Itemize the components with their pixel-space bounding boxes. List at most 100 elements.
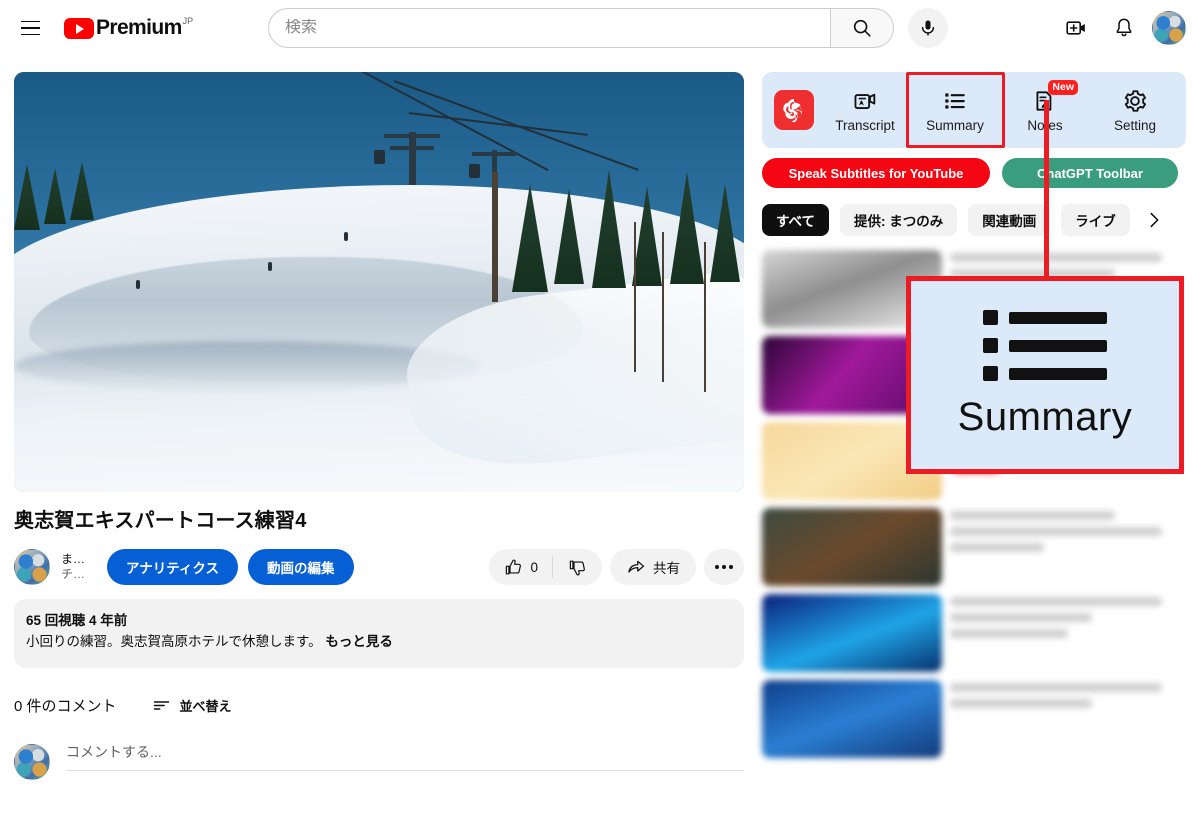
notifications-button[interactable]	[1104, 8, 1144, 48]
sort-label: 並べ替え	[179, 699, 232, 714]
video-actions: 0 共有	[489, 549, 744, 585]
skier	[136, 280, 140, 289]
search-input[interactable]	[285, 19, 830, 37]
sort-icon	[153, 701, 169, 710]
thumbs-up-icon	[506, 559, 522, 574]
chip-all[interactable]: すべて	[762, 204, 830, 236]
chips-next-button[interactable]	[1143, 209, 1165, 231]
transcript-button[interactable]: Transcript	[820, 74, 910, 146]
description-body: 小回りの練習。奥志賀高原ホテルで休憩します。	[26, 634, 322, 649]
lift-arm	[472, 152, 516, 156]
video-player[interactable]	[14, 72, 744, 492]
youtube-watch-page: Premium JP 検索 奥志賀エキスパートコース練習4 ま… チ… アナリテ…	[0, 0, 1200, 817]
channel-name-line1: ま…	[61, 552, 86, 566]
avatar[interactable]	[1152, 11, 1186, 45]
chip-live[interactable]: ライブ	[1061, 204, 1130, 236]
list-summary-icon	[945, 92, 965, 109]
voice-search-button[interactable]	[908, 8, 948, 48]
gear-icon	[1124, 89, 1146, 112]
bare-tree	[634, 222, 636, 372]
transcript-label: Transcript	[835, 117, 895, 133]
thumbs-down-icon	[569, 560, 585, 575]
description-text: 小回りの練習。奥志賀高原ホテルで休憩します。 もっと見る	[26, 632, 732, 652]
annotation-zoom-callout: Summary	[906, 276, 1184, 474]
summary-label: Summary	[926, 117, 984, 133]
more-options-icon	[722, 565, 726, 569]
setting-button[interactable]: Setting	[1090, 74, 1180, 146]
chevron-right-icon	[1150, 212, 1159, 228]
summary-button[interactable]: Summary	[910, 74, 1000, 146]
utility-pole	[492, 172, 498, 302]
chip-from-channel[interactable]: 提供: まつのみ	[840, 204, 958, 236]
transcript-icon	[854, 93, 876, 109]
sort-comments-button[interactable]: 並べ替え	[151, 695, 232, 716]
logo-label: Premium	[96, 16, 182, 39]
like-count: 0	[530, 559, 538, 575]
skier	[344, 232, 348, 241]
show-more-link[interactable]: もっと見る	[325, 634, 393, 649]
channel-avatar[interactable]	[14, 549, 50, 585]
search-area	[268, 8, 948, 48]
setting-label: Setting	[1113, 117, 1157, 133]
more-options-icon	[715, 565, 719, 569]
primary-column: 奥志賀エキスパートコース練習4 ま… チ… アナリティクス 動画の編集 0 共有…	[14, 72, 744, 780]
channel-name-line2: チ…	[61, 567, 86, 581]
bare-tree	[662, 232, 664, 382]
list-item[interactable]	[762, 680, 1186, 758]
create-video-icon	[1066, 21, 1085, 35]
list-summary-icon	[983, 310, 1107, 381]
hamburger-icon[interactable]	[10, 8, 50, 48]
search-button[interactable]	[830, 8, 894, 48]
share-button[interactable]: 共有	[610, 549, 696, 585]
video-thumbnail	[762, 680, 942, 758]
comment-input[interactable]	[66, 744, 744, 760]
chairlift-chair	[374, 150, 385, 164]
new-badge: New	[1048, 80, 1078, 95]
annotation-zoom-label: Summary	[957, 395, 1133, 439]
dislike-button[interactable]	[553, 549, 602, 585]
video-meta	[950, 680, 1186, 758]
video-meta	[950, 594, 1186, 672]
comment-author-avatar	[14, 744, 50, 780]
channel-name[interactable]: ま… チ…	[61, 552, 91, 582]
video-description-box[interactable]: 65 回視聴 4 年前 小回りの練習。奥志賀高原ホテルで休憩します。 もっと見る	[14, 599, 744, 668]
list-item[interactable]	[762, 594, 1186, 672]
channel-action-row: ま… チ… アナリティクス 動画の編集 0 共有	[14, 547, 744, 587]
speak-subtitles-button[interactable]: Speak Subtitles for YouTube	[762, 158, 990, 188]
youtube-premium-logo[interactable]: Premium JP	[64, 15, 193, 41]
like-dislike-group: 0	[489, 549, 602, 585]
share-label: 共有	[653, 561, 680, 576]
view-count-and-date: 65 回視聴 4 年前	[26, 613, 128, 628]
create-button[interactable]	[1056, 8, 1096, 48]
chatgpt-extension-toolbar: Transcript Summary New Setting	[762, 72, 1186, 148]
lift-arm	[390, 146, 434, 150]
logo-country-sup: JP	[182, 16, 194, 26]
more-options-button[interactable]	[704, 549, 744, 585]
comment-input-wrapper[interactable]	[66, 744, 744, 771]
video-thumbnail	[762, 508, 942, 586]
page-title: 奥志賀エキスパートコース練習4	[14, 510, 307, 532]
video-meta	[950, 508, 1186, 586]
search-box[interactable]	[268, 8, 830, 48]
analytics-button[interactable]: アナリティクス	[107, 549, 239, 585]
like-button[interactable]: 0	[489, 549, 552, 585]
more-options-icon	[729, 565, 733, 569]
bare-tree	[704, 242, 706, 392]
comments-count: 0 件のコメント	[14, 698, 117, 715]
filter-chips: すべて 提供: まつのみ 関連動画 ライブ	[762, 204, 1186, 236]
video-thumbnail	[762, 594, 942, 672]
search-icon	[853, 19, 871, 37]
list-item[interactable]	[762, 508, 1186, 586]
chip-related[interactable]: 関連動画	[968, 204, 1051, 236]
extension-secondary-buttons: Speak Subtitles for YouTube ChatGPT Tool…	[762, 158, 1186, 188]
top-navigation-bar: Premium JP	[0, 0, 1200, 56]
lift-arm	[384, 134, 440, 138]
microphone-icon	[921, 20, 935, 36]
youtube-play-icon	[64, 18, 94, 39]
share-arrow-icon	[628, 560, 645, 573]
chairlift-chair	[469, 164, 480, 178]
chatgpt-toolbar-button[interactable]: ChatGPT Toolbar	[1002, 158, 1178, 188]
bell-icon	[1116, 18, 1132, 37]
chatgpt-logo-button[interactable]	[768, 74, 820, 146]
edit-video-button[interactable]: 動画の編集	[248, 549, 354, 585]
